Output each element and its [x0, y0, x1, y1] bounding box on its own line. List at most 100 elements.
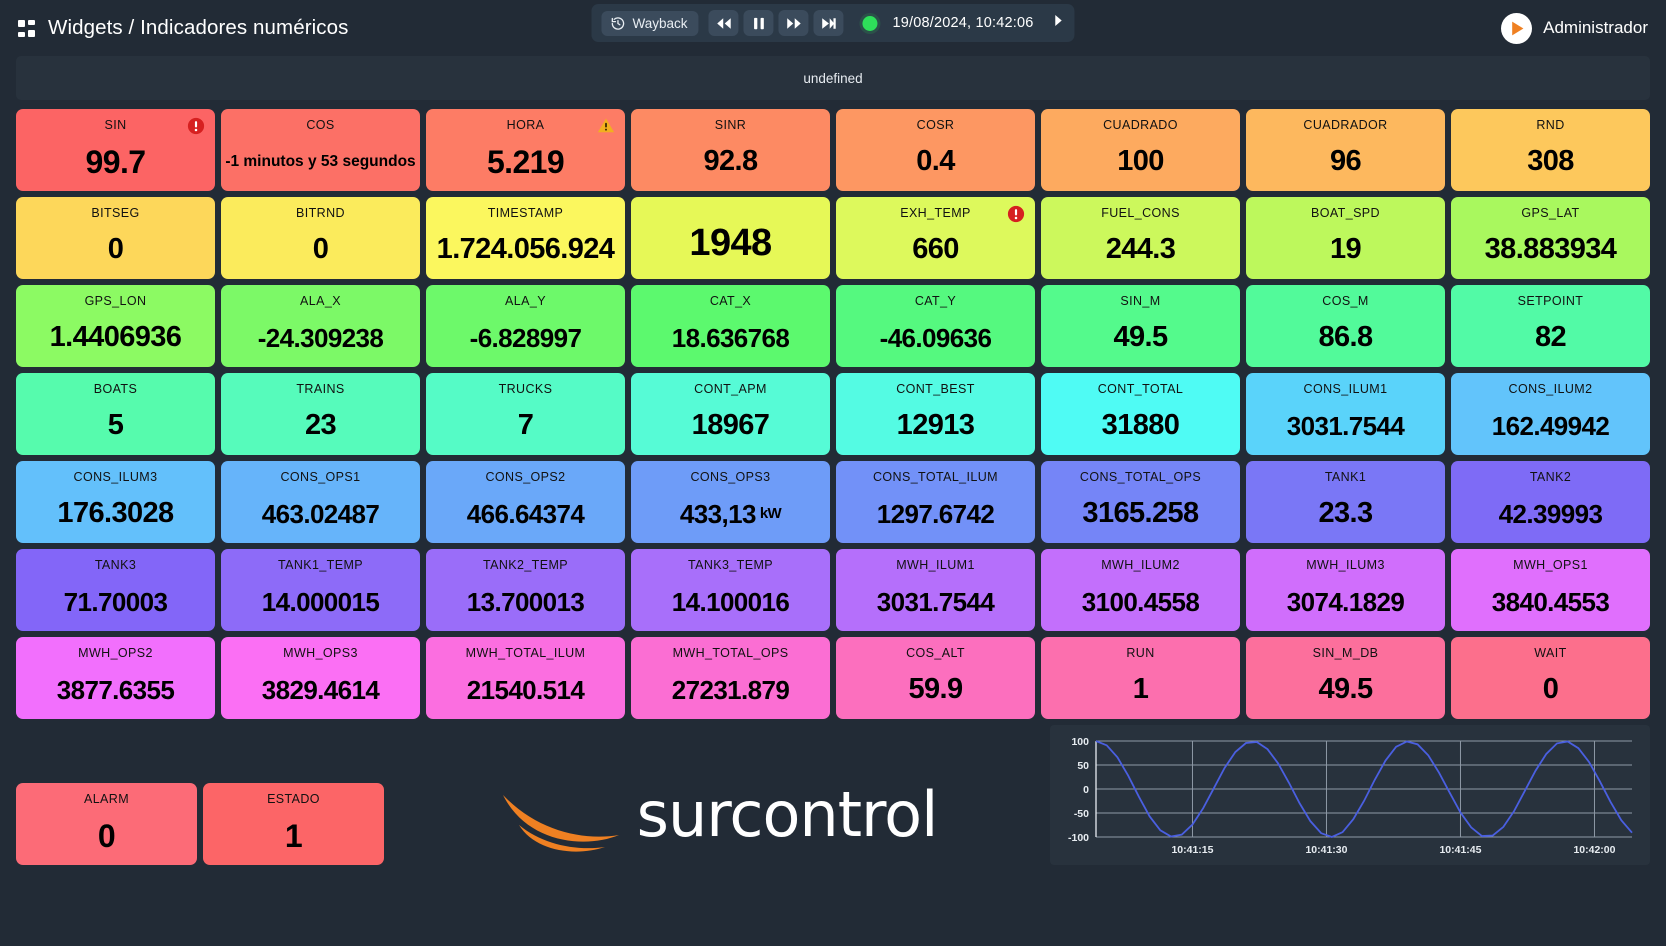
- chevron-right-icon[interactable]: [1054, 14, 1065, 32]
- indicator-card[interactable]: EXH_TEMP 660: [836, 197, 1035, 279]
- indicator-title: ALA_Y: [505, 294, 546, 308]
- indicator-card[interactable]: CUADRADO 100: [1041, 109, 1240, 191]
- indicator-card[interactable]: CONS_ILUM3 176.3028: [16, 461, 215, 543]
- indicator-card[interactable]: TANK1 23.3: [1246, 461, 1445, 543]
- indicator-card[interactable]: SINR 92.8: [631, 109, 830, 191]
- indicator-card[interactable]: MWH_ILUM2 3100.4558: [1041, 549, 1240, 631]
- indicator-value: 3877.6355: [56, 674, 175, 705]
- indicator-card[interactable]: CONS_ILUM1 3031.7544: [1246, 373, 1445, 455]
- indicator-card[interactable]: CONS_ILUM2 162.49942: [1451, 373, 1650, 455]
- indicator-value: -6.828997: [469, 322, 582, 353]
- indicator-card[interactable]: COS_ALT 59.9: [836, 637, 1035, 719]
- indicator-value: 7: [517, 409, 534, 441]
- indicator-title: GPS_LON: [84, 294, 147, 308]
- indicator-value: 49.5: [1318, 673, 1373, 705]
- trend-chart[interactable]: 100 50 0 -50 -100 10:41:15 10:41:30 10:41:45 10:…: [1050, 725, 1650, 865]
- indicator-card[interactable]: CAT_X 18.636768: [631, 285, 830, 367]
- indicator-card[interactable]: WAIT 0: [1451, 637, 1650, 719]
- indicator-card[interactable]: TRUCKS 7: [426, 373, 625, 455]
- indicator-card[interactable]: FUEL_CONS 244.3: [1041, 197, 1240, 279]
- x-axis-tick-label: 10:41:30: [1305, 844, 1347, 856]
- indicator-card[interactable]: GPS_LAT 38.883934: [1451, 197, 1650, 279]
- indicator-card[interactable]: CONT_BEST 12913: [836, 373, 1035, 455]
- indicator-card[interactable]: MWH_ILUM1 3031.7544: [836, 549, 1035, 631]
- indicator-title: MWH_ILUM3: [1306, 558, 1385, 572]
- indicator-card[interactable]: ALARM 0: [16, 783, 197, 865]
- indicator-title: CONT_BEST: [896, 382, 975, 396]
- y-axis-tick-label: 50: [1077, 760, 1089, 772]
- warning-icon[interactable]: [597, 117, 615, 139]
- indicator-title: BOAT_SPD: [1311, 206, 1380, 220]
- indicator-card[interactable]: ALA_X -24.309238: [221, 285, 420, 367]
- indicator-card[interactable]: SIN_M 49.5: [1041, 285, 1240, 367]
- indicator-card[interactable]: CONS_TOTAL_OPS 3165.258: [1041, 461, 1240, 543]
- alarm-icon[interactable]: [187, 117, 205, 140]
- rewind-button[interactable]: [708, 10, 739, 36]
- indicator-card[interactable]: TANK2 42.39993: [1451, 461, 1650, 543]
- user-menu[interactable]: Administrador: [1501, 12, 1648, 44]
- indicator-card[interactable]: BITSEG 0: [16, 197, 215, 279]
- indicator-card[interactable]: CUADRADOR 96: [1246, 109, 1445, 191]
- indicator-title: MWH_ILUM2: [1101, 558, 1180, 572]
- indicator-card[interactable]: CONS_OPS1 463.02487: [221, 461, 420, 543]
- indicator-title: TANK1_TEMP: [277, 558, 364, 572]
- indicator-value: 3074.1829: [1286, 586, 1405, 617]
- avatar: [1501, 12, 1533, 44]
- indicator-card[interactable]: COS -1 minutos y 53 segundos: [221, 109, 420, 191]
- indicator-title: SIN_M: [1120, 294, 1161, 308]
- indicator-card[interactable]: CONT_APM 18967: [631, 373, 830, 455]
- forward-button[interactable]: [778, 10, 809, 36]
- wayback-button[interactable]: Wayback: [601, 10, 699, 36]
- indicator-card[interactable]: RND 308: [1451, 109, 1650, 191]
- indicator-card[interactable]: CONS_TOTAL_ILUM 1297.6742: [836, 461, 1035, 543]
- top-bar: Widgets / Indicadores numéricos Wayback: [0, 0, 1666, 56]
- indicator-card[interactable]: COSR 0.4: [836, 109, 1035, 191]
- indicator-card[interactable]: CONS_OPS2 466.64374: [426, 461, 625, 543]
- logo-mark-icon: [502, 795, 619, 852]
- indicator-card[interactable]: COS_M 86.8: [1246, 285, 1445, 367]
- indicator-card[interactable]: MWH_OPS2 3877.6355: [16, 637, 215, 719]
- indicator-title: COSR: [916, 118, 955, 132]
- indicator-card[interactable]: CAT_Y -46.09636: [836, 285, 1035, 367]
- indicator-card[interactable]: TIMESTAMP 1.724.056.924: [426, 197, 625, 279]
- indicator-value: 14.000015: [261, 586, 380, 617]
- indicator-card[interactable]: MWH_ILUM3 3074.1829: [1246, 549, 1445, 631]
- indicator-card[interactable]: MWH_TOTAL_ILUM 21540.514: [426, 637, 625, 719]
- indicator-title: ESTADO: [267, 792, 320, 806]
- indicator-title: CONS_OPS3: [690, 470, 771, 484]
- grid-icon[interactable]: [18, 19, 35, 37]
- indicator-card[interactable]: TANK3 71.70003: [16, 549, 215, 631]
- indicator-title: FUEL_CONS: [1101, 206, 1180, 220]
- indicator-title: MWH_OPS3: [283, 646, 358, 660]
- indicator-card[interactable]: RUN 1: [1041, 637, 1240, 719]
- indicator-card[interactable]: MWH_OPS1 3840.4553: [1451, 549, 1650, 631]
- indicator-card[interactable]: ESTADO 1: [203, 783, 384, 865]
- indicator-card[interactable]: BOAT_SPD 19: [1246, 197, 1445, 279]
- pause-button[interactable]: [743, 10, 774, 36]
- indicator-card[interactable]: SIN_M_DB 49.5: [1246, 637, 1445, 719]
- indicator-card[interactable]: SIN 99.7: [16, 109, 215, 191]
- alarm-icon[interactable]: [1007, 205, 1025, 228]
- indicator-value: 42.39993: [1498, 498, 1603, 529]
- indicator-card[interactable]: BOATS 5: [16, 373, 215, 455]
- indicator-card[interactable]: TRAINS 23: [221, 373, 420, 455]
- indicator-card[interactable]: MWH_TOTAL_OPS 27231.879: [631, 637, 830, 719]
- skip-end-button[interactable]: [813, 10, 844, 36]
- indicator-card[interactable]: HORA 5.219: [426, 109, 625, 191]
- indicator-card[interactable]: CONS_OPS3 433,13 kW: [631, 461, 830, 543]
- indicator-card[interactable]: CONT_TOTAL 31880: [1041, 373, 1240, 455]
- indicator-card[interactable]: GPS_LON 1.4406936: [16, 285, 215, 367]
- indicator-card[interactable]: MWH_OPS3 3829.4614: [221, 637, 420, 719]
- indicator-card[interactable]: BITRND 0: [221, 197, 420, 279]
- indicator-card[interactable]: ALA_Y -6.828997: [426, 285, 625, 367]
- indicator-card[interactable]: SETPOINT 82: [1451, 285, 1650, 367]
- indicator-card[interactable]: TANK2_TEMP 13.700013: [426, 549, 625, 631]
- indicator-title: ALA_X: [300, 294, 341, 308]
- indicator-card[interactable]: TANK1_TEMP 14.000015: [221, 549, 420, 631]
- indicator-title: HORA: [506, 118, 545, 132]
- indicator-value: 1: [1132, 673, 1149, 705]
- indicator-card[interactable]: TANK3_TEMP 14.100016: [631, 549, 830, 631]
- indicator-value: 71.70003: [63, 586, 168, 617]
- indicator-card[interactable]: 1948: [631, 197, 830, 279]
- indicator-title: MWH_TOTAL_OPS: [672, 646, 789, 660]
